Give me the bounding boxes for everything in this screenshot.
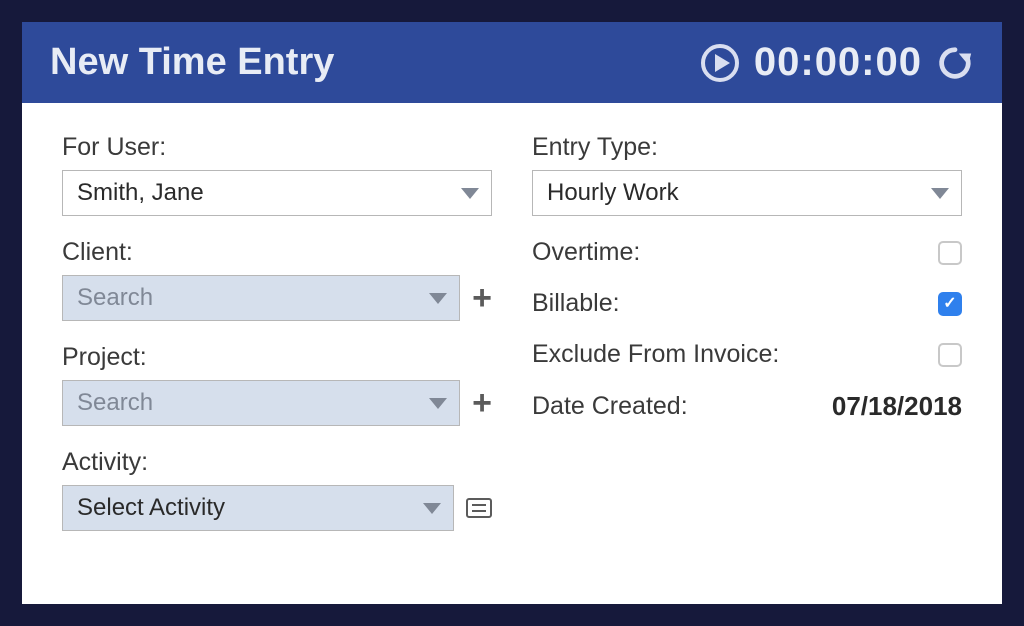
add-project-button[interactable]: + (472, 386, 492, 420)
right-column: Entry Type: Hourly Work Overtime: Billab… (532, 133, 962, 574)
date-created-value: 07/18/2018 (832, 391, 962, 422)
timer-controls: 00:00:00 (700, 40, 974, 85)
exclude-row: Exclude From Invoice: (532, 340, 962, 369)
project-placeholder: Search (77, 389, 153, 417)
billable-label: Billable: (532, 289, 620, 318)
form-body: For User: Smith, Jane Client: Search + (22, 103, 1002, 604)
overtime-label: Overtime: (532, 238, 640, 267)
activity-field: Activity: Select Activity (62, 448, 492, 531)
panel-header: New Time Entry 00:00:00 (22, 22, 1002, 103)
overtime-checkbox[interactable] (938, 241, 962, 265)
billable-row: Billable: ✓ (532, 289, 962, 318)
activity-dropdown[interactable]: Select Activity (62, 485, 454, 531)
entry-type-value: Hourly Work (547, 179, 679, 207)
project-dropdown[interactable]: Search (62, 380, 460, 426)
left-column: For User: Smith, Jane Client: Search + (62, 133, 492, 574)
for-user-dropdown[interactable]: Smith, Jane (62, 170, 492, 216)
timer-display: 00:00:00 (754, 40, 922, 85)
play-icon[interactable] (700, 43, 740, 83)
client-field: Client: Search + (62, 238, 492, 321)
entry-type-field: Entry Type: Hourly Work (532, 133, 962, 216)
chevron-down-icon (461, 188, 479, 199)
panel-title: New Time Entry (50, 41, 334, 84)
client-label: Client: (62, 238, 492, 267)
client-dropdown[interactable]: Search (62, 275, 460, 321)
chevron-down-icon (429, 398, 447, 409)
for-user-field: For User: Smith, Jane (62, 133, 492, 216)
date-created-row: Date Created: 07/18/2018 (532, 391, 962, 422)
exclude-checkbox[interactable] (938, 343, 962, 367)
reset-icon[interactable] (936, 44, 974, 82)
activity-list-icon[interactable] (466, 498, 492, 518)
add-client-button[interactable]: + (472, 281, 492, 315)
project-field: Project: Search + (62, 343, 492, 426)
billable-checkbox[interactable]: ✓ (938, 292, 962, 316)
project-label: Project: (62, 343, 492, 372)
chevron-down-icon (423, 503, 441, 514)
client-placeholder: Search (77, 284, 153, 312)
entry-type-label: Entry Type: (532, 133, 962, 162)
chevron-down-icon (429, 293, 447, 304)
exclude-label: Exclude From Invoice: (532, 340, 779, 369)
check-icon: ✓ (943, 296, 956, 312)
for-user-value: Smith, Jane (77, 179, 204, 207)
date-created-label: Date Created: (532, 392, 688, 421)
chevron-down-icon (931, 188, 949, 199)
time-entry-panel: New Time Entry 00:00:00 For User: Smith,… (22, 22, 1002, 604)
activity-placeholder: Select Activity (77, 494, 225, 522)
overtime-row: Overtime: (532, 238, 962, 267)
activity-label: Activity: (62, 448, 492, 477)
entry-type-dropdown[interactable]: Hourly Work (532, 170, 962, 216)
for-user-label: For User: (62, 133, 492, 162)
